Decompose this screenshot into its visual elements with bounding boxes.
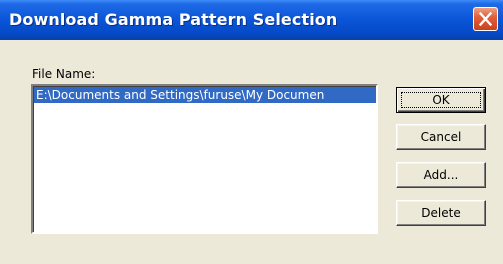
title-bar[interactable]: Download Gamma Pattern Selection [0, 0, 503, 40]
window-title: Download Gamma Pattern Selection [9, 10, 338, 29]
close-button[interactable] [473, 7, 498, 31]
file-name-listbox[interactable]: E:\Documents and Settings\furuse\My Docu… [31, 84, 378, 234]
ok-button-label: OK [432, 93, 450, 107]
close-icon [479, 12, 492, 26]
file-name-label: File Name: [32, 67, 96, 81]
list-item-selected[interactable]: E:\Documents and Settings\furuse\My Docu… [34, 87, 376, 103]
ok-button[interactable]: OK [396, 87, 486, 113]
add-button[interactable]: Add... [396, 162, 486, 188]
cancel-button[interactable]: Cancel [396, 124, 486, 150]
delete-button[interactable]: Delete [396, 200, 486, 226]
dialog-window: Download Gamma Pattern Selection File Na… [0, 0, 503, 264]
